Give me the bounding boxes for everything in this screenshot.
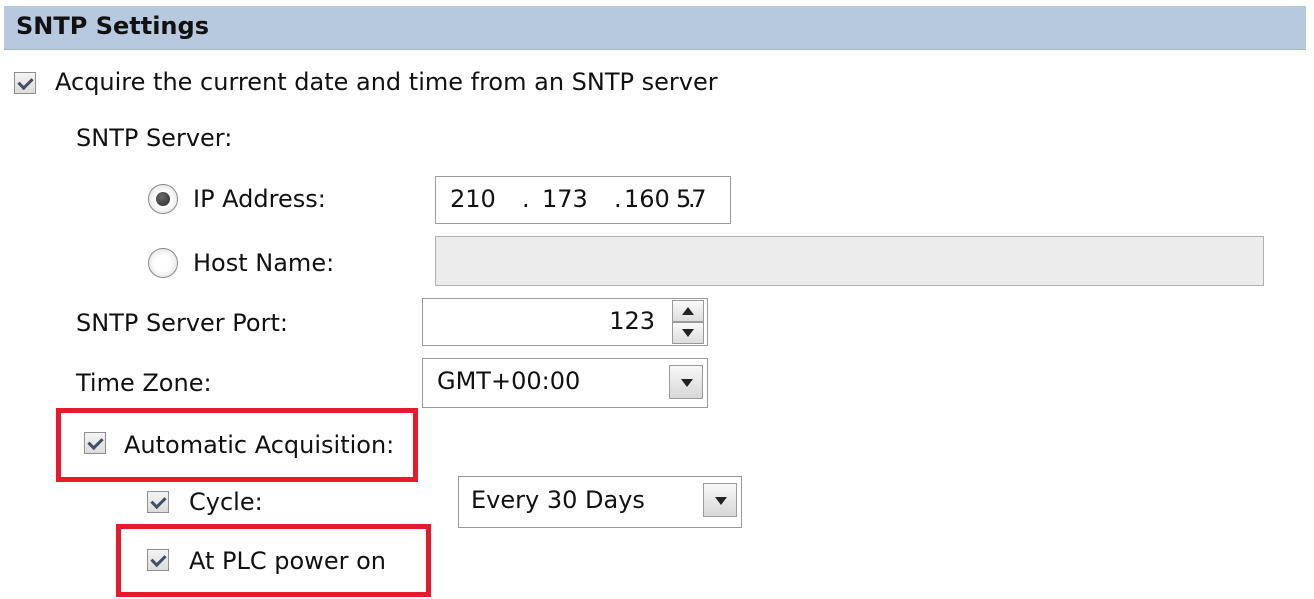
section-title: SNTP Settings	[16, 12, 209, 40]
sntp-port-label: SNTP Server Port:	[76, 309, 288, 337]
plc-power-on-label: At PLC power on	[189, 547, 386, 575]
sntp-port-input[interactable]: 123	[422, 298, 708, 346]
ip-octet-4: 57	[676, 185, 707, 213]
sntp-port-value: 123	[609, 307, 655, 335]
cycle-label: Cycle:	[189, 488, 263, 516]
time-zone-select[interactable]: GMT+00:00	[422, 358, 708, 408]
automatic-acquisition-label: Automatic Acquisition:	[124, 431, 395, 459]
ip-dot-2: .	[614, 185, 622, 213]
acquire-checkbox[interactable]	[14, 72, 36, 94]
host-name-label: Host Name:	[193, 249, 335, 277]
chevron-down-icon	[681, 379, 693, 387]
acquire-label: Acquire the current date and time from a…	[55, 68, 718, 96]
ip-address-label: IP Address:	[193, 185, 326, 213]
ip-octet-3: 160	[624, 185, 670, 213]
spin-down-button[interactable]	[672, 322, 704, 344]
ip-dot-1: .	[522, 185, 530, 213]
cycle-dropdown-button[interactable]	[703, 483, 737, 517]
ip-address-input[interactable]: 210 . 173 . 160 . 57	[435, 176, 731, 224]
ip-octet-1: 210	[450, 185, 496, 213]
section-header: SNTP Settings	[4, 6, 1306, 50]
arrow-up-icon	[682, 307, 694, 315]
automatic-acquisition-checkbox[interactable]	[84, 432, 106, 454]
ip-address-radio[interactable]	[148, 184, 178, 214]
time-zone-dropdown-button[interactable]	[669, 365, 703, 399]
host-name-radio[interactable]	[148, 248, 178, 278]
spin-up-button[interactable]	[672, 300, 704, 322]
arrow-down-icon	[682, 329, 694, 337]
ip-octet-2: 173	[542, 185, 588, 213]
cycle-select[interactable]: Every 30 Days	[458, 476, 742, 528]
time-zone-value: GMT+00:00	[437, 367, 581, 395]
plc-power-on-checkbox[interactable]	[147, 549, 169, 571]
chevron-down-icon	[715, 497, 727, 505]
sntp-server-label: SNTP Server:	[76, 124, 233, 152]
cycle-value: Every 30 Days	[471, 486, 645, 514]
time-zone-label: Time Zone:	[76, 369, 212, 397]
cycle-checkbox[interactable]	[147, 491, 169, 513]
port-spinner	[672, 298, 708, 344]
host-name-input[interactable]	[435, 236, 1264, 286]
